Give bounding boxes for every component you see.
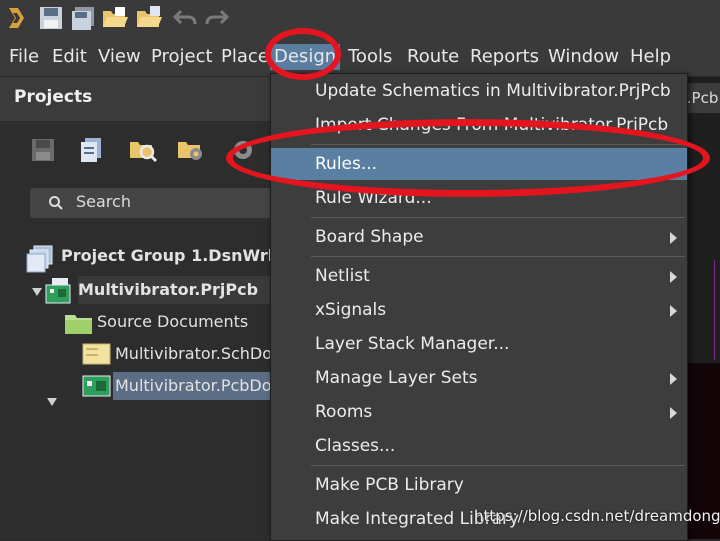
submenu-arrow-icon: [670, 232, 677, 244]
menu-item-label: Rooms: [315, 402, 373, 422]
panel-title: Projects: [14, 87, 93, 107]
menu-tools[interactable]: Tools: [348, 44, 392, 70]
menu-reports[interactable]: Reports: [470, 44, 539, 70]
menu-item-label: Classes...: [315, 436, 396, 456]
menu-help[interactable]: Help: [630, 44, 671, 70]
watermark-text: https://blog.csdn.net/dreamdonghui: [474, 507, 720, 525]
project-group-icon: [26, 245, 56, 279]
menu-project[interactable]: Project: [151, 44, 213, 70]
menu-item-label: Manage Layer Sets: [315, 368, 478, 388]
submenu-arrow-icon: [670, 373, 677, 385]
menu-item-manage-layer-sets[interactable]: Manage Layer Sets: [271, 362, 687, 394]
save-all-icon[interactable]: [68, 3, 98, 33]
menu-bar: File Edit View Project Place Design Tool…: [0, 36, 720, 77]
menu-file[interactable]: File: [9, 44, 39, 70]
menu-item-make-pcb-library[interactable]: Make PCB Library: [271, 469, 687, 501]
menu-item-rooms[interactable]: Rooms: [271, 396, 687, 428]
menu-item-update-schematics[interactable]: Update Schematics in Multivibrator.PrjPc…: [271, 75, 687, 107]
menu-view[interactable]: View: [98, 44, 141, 70]
explore-folder-icon[interactable]: [126, 133, 160, 167]
search-input[interactable]: Search: [30, 188, 275, 218]
menu-item-label: Make PCB Library: [315, 475, 464, 495]
search-placeholder: Search: [76, 192, 131, 211]
menu-item-xsignals[interactable]: xSignals: [271, 294, 687, 326]
folder-icon: [64, 309, 94, 341]
menu-item-board-shape[interactable]: Board Shape: [271, 221, 687, 253]
panel-save-icon[interactable]: [26, 133, 60, 167]
expand-arrow-icon[interactable]: [47, 398, 57, 406]
tree-pcb-document[interactable]: Multivibrator.PcbDoc: [113, 372, 272, 400]
menu-separator: [311, 256, 685, 257]
tree-project-group[interactable]: Project Group 1.DsnWrk: [61, 242, 278, 270]
app-logo-icon[interactable]: [2, 3, 32, 33]
main-toolbar: [0, 0, 720, 36]
menu-place[interactable]: Place: [221, 44, 269, 70]
folder-settings-icon[interactable]: [174, 133, 208, 167]
menu-separator: [311, 217, 685, 218]
redo-icon[interactable]: [202, 3, 232, 33]
tree-schematic-document[interactable]: Multivibrator.SchDoc: [115, 340, 270, 368]
menu-separator: [311, 465, 685, 466]
tree-project[interactable]: Multivibrator.PrjPcb: [78, 276, 287, 304]
search-icon: [48, 195, 64, 215]
submenu-arrow-icon: [670, 305, 677, 317]
menu-window[interactable]: Window: [548, 44, 619, 70]
pcb-board-outline: [714, 260, 715, 360]
menu-route[interactable]: Route: [407, 44, 459, 70]
menu-item-netlist[interactable]: Netlist: [271, 260, 687, 292]
tree-source-documents[interactable]: Source Documents: [97, 308, 248, 336]
annotation-circle-design: [265, 28, 341, 80]
panel-header: Projects: [0, 77, 270, 121]
menu-item-label: xSignals: [315, 300, 387, 320]
annotation-ellipse-rules: [226, 119, 710, 197]
menu-item-layer-stack-manager[interactable]: Layer Stack Manager...: [271, 328, 687, 360]
schematic-doc-icon: [82, 341, 112, 371]
menu-item-classes[interactable]: Classes...: [271, 430, 687, 462]
project-documents-icon[interactable]: [74, 133, 108, 167]
pcb-project-icon: [44, 277, 74, 309]
pcb-doc-icon: [82, 373, 112, 403]
menu-item-label: Update Schematics in Multivibrator.PrjPc…: [315, 81, 671, 101]
menu-edit[interactable]: Edit: [52, 44, 87, 70]
open-folder-icon[interactable]: [100, 3, 130, 33]
projects-panel: Projects Search Project Group 1.DsnWrk M…: [0, 77, 287, 539]
menu-item-label: Board Shape: [315, 227, 424, 247]
expand-arrow-icon[interactable]: [32, 288, 42, 296]
menu-item-label: Netlist: [315, 266, 370, 286]
undo-icon[interactable]: [170, 3, 200, 33]
save-icon[interactable]: [36, 3, 66, 33]
submenu-arrow-icon: [670, 407, 677, 419]
open-project-icon[interactable]: [134, 3, 164, 33]
submenu-arrow-icon: [670, 271, 677, 283]
menu-item-label: Layer Stack Manager...: [315, 334, 510, 354]
